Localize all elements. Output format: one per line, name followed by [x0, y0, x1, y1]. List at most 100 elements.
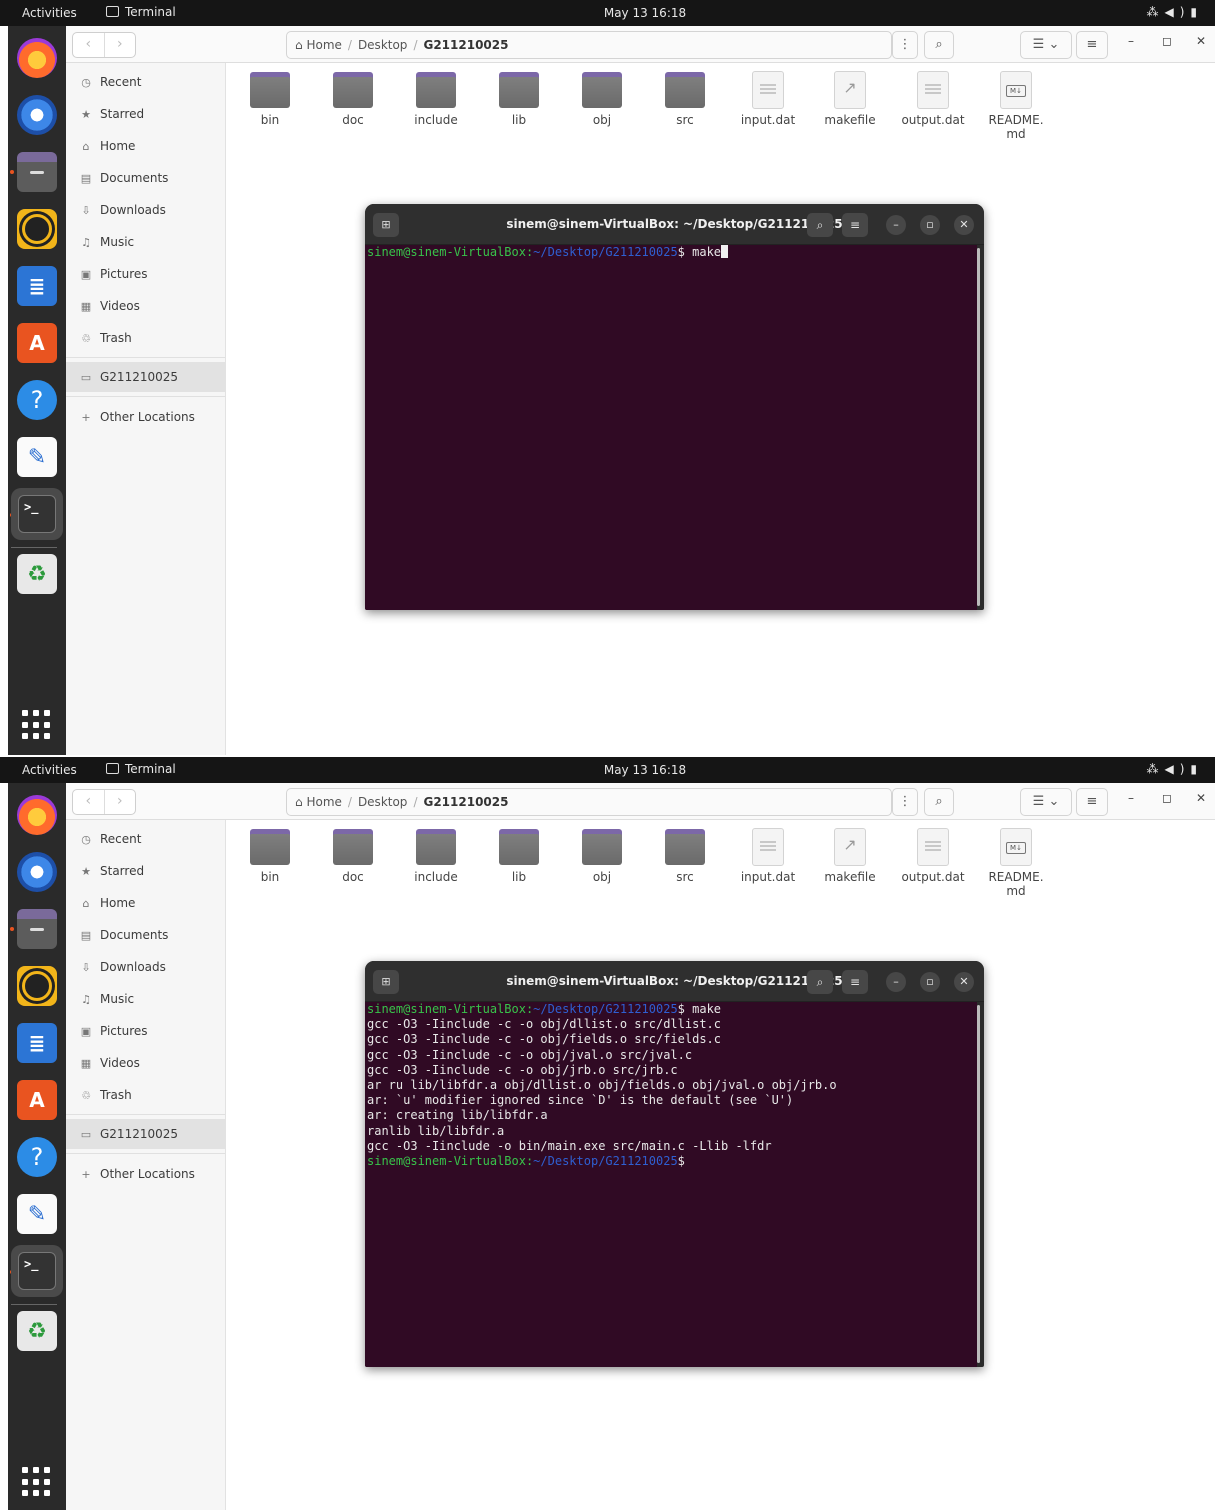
- trash-icon[interactable]: ♻: [17, 1311, 57, 1351]
- file-item-output-dat[interactable]: output.dat: [891, 71, 975, 127]
- thunderbird-icon[interactable]: [17, 95, 57, 135]
- network-icon[interactable]: ⁂: [1146, 762, 1164, 776]
- sidebar-item-music[interactable]: ♫ Music: [66, 227, 225, 257]
- file-item-src[interactable]: src: [643, 71, 727, 127]
- forward-button[interactable]: ›: [103, 790, 136, 814]
- firefox-icon[interactable]: [17, 38, 57, 78]
- help-icon[interactable]: ?: [17, 1137, 57, 1177]
- terminal-output[interactable]: sinem@sinem-VirtualBox:~/Desktop/G211210…: [365, 245, 977, 610]
- terminal-menu-button[interactable]: ≡: [842, 970, 868, 994]
- sidebar-item-videos[interactable]: ▦ Videos: [66, 291, 225, 321]
- minimize-button[interactable]: –: [1128, 34, 1134, 48]
- sidebar-item-documents[interactable]: ▤ Documents: [66, 920, 225, 950]
- terminal-minimize-button[interactable]: –: [886, 215, 906, 235]
- system-tray[interactable]: ⁂◀)▮: [1146, 762, 1203, 776]
- file-item-src[interactable]: src: [643, 828, 727, 884]
- breadcrumb[interactable]: ⌂ Home / Desktop / G211210025: [286, 31, 892, 59]
- search-button[interactable]: ⌕: [924, 788, 954, 816]
- system-tray[interactable]: ⁂◀)▮: [1146, 5, 1203, 19]
- sidebar-item-pictures[interactable]: ▣ Pictures: [66, 259, 225, 289]
- battery-icon[interactable]: ▮: [1190, 762, 1203, 776]
- sidebar-item-videos[interactable]: ▦ Videos: [66, 1048, 225, 1078]
- writer-icon[interactable]: ≣: [17, 1023, 57, 1063]
- terminal-minimize-button[interactable]: –: [886, 972, 906, 992]
- terminal-maximize-button[interactable]: ▫: [920, 972, 940, 992]
- sidebar-item-downloads[interactable]: ⇩ Downloads: [66, 952, 225, 982]
- file-item-include[interactable]: include: [394, 71, 478, 127]
- battery-icon[interactable]: ▮: [1190, 5, 1203, 19]
- sidebar-item-g211210025[interactable]: ▭ G211210025: [66, 1119, 225, 1149]
- sidebar-item-trash[interactable]: ♲ Trash: [66, 1080, 225, 1110]
- view-toggle-button[interactable]: ☰ ⌄: [1020, 788, 1072, 816]
- clock[interactable]: May 13 16:18: [0, 6, 1215, 20]
- file-item-include[interactable]: include: [394, 828, 478, 884]
- terminal-dock-item[interactable]: >_: [11, 1245, 63, 1297]
- breadcrumb[interactable]: ⌂ Home / Desktop / G211210025: [286, 788, 892, 816]
- firefox-icon[interactable]: [17, 795, 57, 835]
- terminal-output[interactable]: sinem@sinem-VirtualBox:~/Desktop/G211210…: [365, 1002, 977, 1367]
- main-menu-button[interactable]: ≡: [1076, 31, 1108, 59]
- file-item-makefile[interactable]: ↗ makefile: [808, 71, 892, 127]
- minimize-button[interactable]: –: [1128, 791, 1134, 805]
- file-item-input-dat[interactable]: input.dat: [726, 828, 810, 884]
- forward-button[interactable]: ›: [103, 33, 136, 57]
- sidebar-item-home[interactable]: ⌂ Home: [66, 131, 225, 161]
- writer-icon[interactable]: ≣: [17, 266, 57, 306]
- close-button[interactable]: ✕: [1196, 34, 1206, 48]
- breadcrumb-desktop[interactable]: Desktop: [358, 38, 408, 52]
- volume-icon[interactable]: ◀): [1164, 5, 1190, 19]
- app-store-icon[interactable]: A: [17, 323, 57, 363]
- back-button[interactable]: ‹: [73, 33, 104, 57]
- file-item-doc[interactable]: doc: [311, 828, 395, 884]
- sidebar-item-downloads[interactable]: ⇩ Downloads: [66, 195, 225, 225]
- file-item-bin[interactable]: bin: [228, 828, 312, 884]
- terminal-maximize-button[interactable]: ▫: [920, 215, 940, 235]
- sidebar-item-documents[interactable]: ▤ Documents: [66, 163, 225, 193]
- help-icon[interactable]: ?: [17, 380, 57, 420]
- terminal-window-after[interactable]: ⊞ sinem@sinem-VirtualBox: ~/Desktop/G211…: [365, 961, 984, 1367]
- back-button[interactable]: ‹: [73, 790, 104, 814]
- sidebar-item-trash[interactable]: ♲ Trash: [66, 323, 225, 353]
- close-button[interactable]: ✕: [1196, 791, 1206, 805]
- sidebar-item-other-locations[interactable]: + Other Locations: [66, 1159, 225, 1189]
- rhythmbox-icon[interactable]: [17, 966, 57, 1006]
- files-icon[interactable]: [17, 909, 57, 949]
- sidebar-item-pictures[interactable]: ▣ Pictures: [66, 1016, 225, 1046]
- terminal-search-button[interactable]: ⌕: [807, 970, 833, 994]
- terminal-scrollbar[interactable]: [977, 1005, 980, 1363]
- maximize-button[interactable]: ◻: [1162, 34, 1172, 48]
- path-menu-button[interactable]: ⋮: [892, 31, 918, 59]
- file-item-obj[interactable]: obj: [560, 71, 644, 127]
- file-item-readme-md[interactable]: M↓ README. md: [974, 71, 1058, 141]
- file-item-bin[interactable]: bin: [228, 71, 312, 127]
- file-item-input-dat[interactable]: input.dat: [726, 71, 810, 127]
- sidebar-item-starred[interactable]: ★ Starred: [66, 856, 225, 886]
- file-item-makefile[interactable]: ↗ makefile: [808, 828, 892, 884]
- text-editor-icon[interactable]: ✎: [17, 1194, 57, 1234]
- volume-icon[interactable]: ◀): [1164, 762, 1190, 776]
- terminal-menu-button[interactable]: ≡: [842, 213, 868, 237]
- sidebar-item-g211210025[interactable]: ▭ G211210025: [66, 362, 225, 392]
- files-icon[interactable]: [17, 152, 57, 192]
- sidebar-item-home[interactable]: ⌂ Home: [66, 888, 225, 918]
- sidebar-item-recent[interactable]: ◷ Recent: [66, 824, 225, 854]
- breadcrumb-home[interactable]: Home: [306, 38, 341, 52]
- file-item-obj[interactable]: obj: [560, 828, 644, 884]
- terminal-search-button[interactable]: ⌕: [807, 213, 833, 237]
- clock[interactable]: May 13 16:18: [0, 763, 1215, 777]
- view-toggle-button[interactable]: ☰ ⌄: [1020, 31, 1072, 59]
- file-item-doc[interactable]: doc: [311, 71, 395, 127]
- sidebar-item-music[interactable]: ♫ Music: [66, 984, 225, 1014]
- terminal-scrollbar[interactable]: [977, 248, 980, 606]
- rhythmbox-icon[interactable]: [17, 209, 57, 249]
- maximize-button[interactable]: ◻: [1162, 791, 1172, 805]
- terminal-window-before[interactable]: ⊞ sinem@sinem-VirtualBox: ~/Desktop/G211…: [365, 204, 984, 610]
- sidebar-item-other-locations[interactable]: + Other Locations: [66, 402, 225, 432]
- network-icon[interactable]: ⁂: [1146, 5, 1164, 19]
- breadcrumb-desktop[interactable]: Desktop: [358, 795, 408, 809]
- text-editor-icon[interactable]: ✎: [17, 437, 57, 477]
- terminal-close-button[interactable]: ✕: [954, 972, 974, 992]
- sidebar-item-recent[interactable]: ◷ Recent: [66, 67, 225, 97]
- file-item-lib[interactable]: lib: [477, 71, 561, 127]
- thunderbird-icon[interactable]: [17, 852, 57, 892]
